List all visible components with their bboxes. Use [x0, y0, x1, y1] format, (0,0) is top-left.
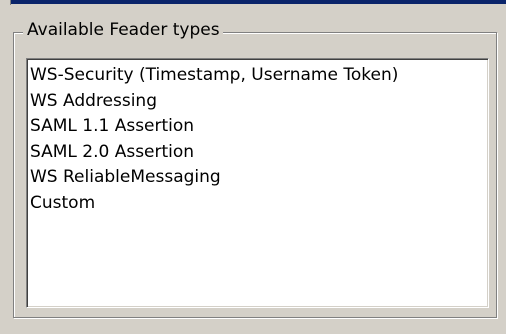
list-item-ws-reliable-messaging[interactable]: WS ReliableMessaging: [30, 165, 488, 191]
groupbox-title: Available Feader types: [23, 19, 223, 41]
list-item-ws-addressing[interactable]: WS Addressing: [30, 89, 488, 115]
header-types-listbox[interactable]: WS-Security (Timestamp, Username Token) …: [26, 58, 489, 308]
header-types-list: WS-Security (Timestamp, Username Token) …: [27, 59, 488, 216]
window-top-edge: [0, 0, 506, 5]
window-top-edge-notch: [0, 0, 11, 5]
list-item-custom[interactable]: Custom: [30, 191, 488, 217]
list-item-saml-2-0-assertion[interactable]: SAML 2.0 Assertion: [30, 140, 488, 166]
list-item-saml-1-1-assertion[interactable]: SAML 1.1 Assertion: [30, 114, 488, 140]
list-item-ws-security[interactable]: WS-Security (Timestamp, Username Token): [30, 63, 488, 89]
